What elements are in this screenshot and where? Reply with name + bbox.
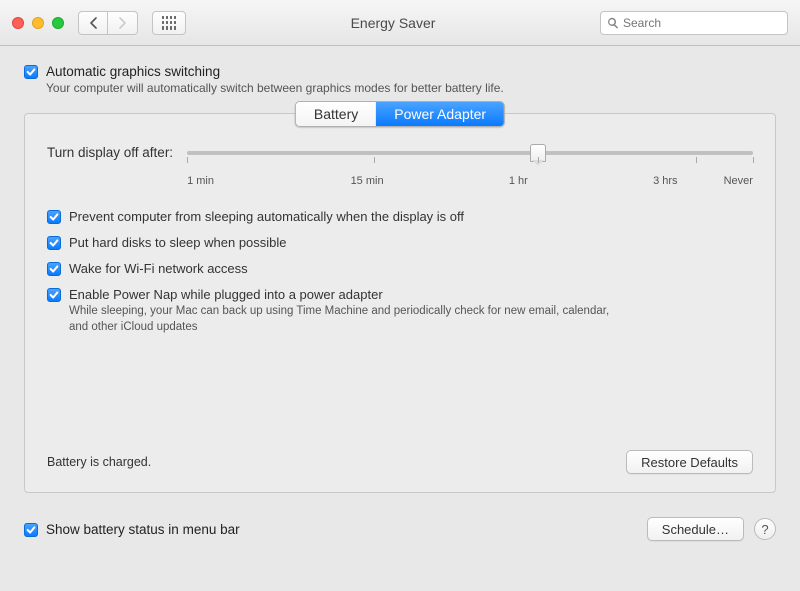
power-nap-block: Enable Power Nap while plugged into a po…	[47, 287, 753, 335]
prevent-sleep-label: Prevent computer from sleeping automatic…	[69, 209, 464, 224]
hdd-sleep-label: Put hard disks to sleep when possible	[69, 235, 287, 250]
display-off-slider[interactable]	[187, 143, 753, 173]
power-nap-sublabel: While sleeping, your Mac can back up usi…	[69, 304, 629, 335]
search-input[interactable]	[623, 16, 781, 30]
restore-defaults-button[interactable]: Restore Defaults	[626, 450, 753, 474]
search-field[interactable]	[600, 11, 788, 35]
options-list: Prevent computer from sleeping automatic…	[47, 209, 753, 335]
forward-button[interactable]	[108, 11, 138, 35]
bottom-row: Show battery status in menu bar Schedule…	[0, 503, 800, 541]
auto-gfx-checkbox[interactable]	[24, 65, 38, 79]
tick-3hrs: 3 hrs	[653, 175, 677, 187]
chevron-left-icon	[89, 17, 98, 29]
wake-wifi-row: Wake for Wi-Fi network access	[47, 261, 753, 276]
close-window-button[interactable]	[12, 17, 24, 29]
search-icon	[607, 17, 619, 29]
settings-panel: Battery Power Adapter Turn display off a…	[24, 113, 776, 493]
slider-label: Turn display off after:	[47, 142, 173, 160]
checkmark-icon	[49, 264, 59, 274]
power-nap-row: Enable Power Nap while plugged into a po…	[47, 287, 753, 302]
tick-1hr: 1 hr	[509, 175, 528, 187]
checkmark-icon	[49, 290, 59, 300]
power-nap-label: Enable Power Nap while plugged into a po…	[69, 287, 383, 302]
tick-never: Never	[724, 175, 753, 187]
hdd-sleep-row: Put hard disks to sleep when possible	[47, 235, 753, 250]
show-all-button[interactable]	[152, 11, 186, 35]
traffic-lights	[12, 17, 64, 29]
tick-1min: 1 min	[187, 175, 214, 187]
menu-bar-row: Show battery status in menu bar	[24, 522, 240, 537]
checkmark-icon	[49, 238, 59, 248]
power-nap-checkbox[interactable]	[47, 288, 61, 302]
menu-bar-checkbox[interactable]	[24, 523, 38, 537]
help-icon: ?	[761, 522, 768, 537]
tick-15min: 15 min	[351, 175, 384, 187]
prevent-sleep-row: Prevent computer from sleeping automatic…	[47, 209, 753, 224]
schedule-button[interactable]: Schedule…	[647, 517, 744, 541]
tab-battery[interactable]: Battery	[296, 102, 376, 126]
grid-icon	[162, 16, 176, 30]
auto-gfx-label: Automatic graphics switching	[46, 64, 220, 79]
minimize-window-button[interactable]	[32, 17, 44, 29]
tab-switcher: Battery Power Adapter	[295, 101, 505, 127]
checkmark-icon	[49, 212, 59, 222]
prevent-sleep-checkbox[interactable]	[47, 210, 61, 224]
zoom-window-button[interactable]	[52, 17, 64, 29]
window-toolbar: Energy Saver	[0, 0, 800, 46]
auto-gfx-sublabel: Your computer will automatically switch …	[46, 81, 776, 95]
help-button[interactable]: ?	[754, 518, 776, 540]
wake-wifi-checkbox[interactable]	[47, 262, 61, 276]
hdd-sleep-checkbox[interactable]	[47, 236, 61, 250]
slider-bar	[187, 151, 753, 155]
nav-buttons	[78, 11, 138, 35]
slider-ticks	[187, 157, 753, 165]
battery-status: Battery is charged.	[47, 455, 151, 469]
wake-wifi-label: Wake for Wi-Fi network access	[69, 261, 248, 276]
back-button[interactable]	[78, 11, 108, 35]
content-area: Automatic graphics switching Your comput…	[0, 46, 800, 503]
tab-power-adapter[interactable]: Power Adapter	[376, 102, 504, 126]
checkmark-icon	[26, 525, 36, 535]
panel-footer: Battery is charged. Restore Defaults	[47, 450, 753, 474]
auto-gfx-row: Automatic graphics switching	[24, 64, 776, 79]
window-title: Energy Saver	[194, 15, 592, 31]
bottom-right: Schedule… ?	[647, 517, 776, 541]
display-off-slider-zone: Turn display off after: 1 min 15 min 1 h…	[47, 142, 753, 187]
checkmark-icon	[26, 67, 36, 77]
menu-bar-label: Show battery status in menu bar	[46, 522, 240, 537]
chevron-right-icon	[118, 17, 127, 29]
slider-tick-labels: 1 min 15 min 1 hr 3 hrs Never	[187, 175, 753, 187]
